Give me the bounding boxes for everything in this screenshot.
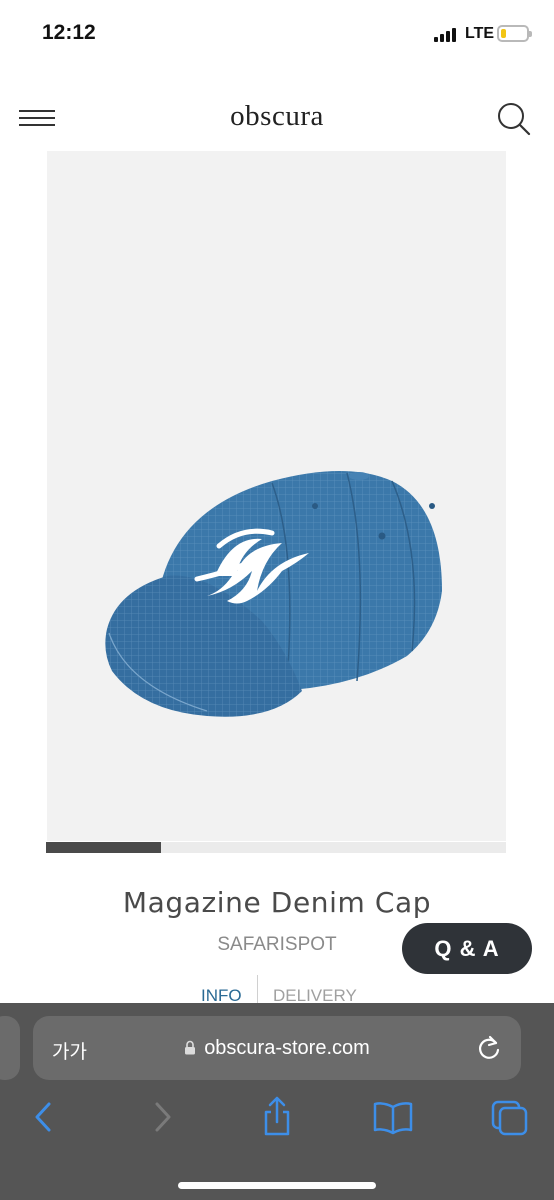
network-type: LTE <box>465 25 495 42</box>
home-indicator[interactable] <box>178 1182 376 1189</box>
site-logo[interactable]: obscura <box>0 100 554 133</box>
product-image[interactable] <box>47 151 506 841</box>
product-title: Magazine Denim Cap <box>122 886 432 919</box>
product-tabs: INFO DELIVERY <box>0 975 554 1005</box>
search-icon[interactable] <box>496 101 532 137</box>
browser-bottom-bar: 가가 obscura-store.com <box>0 1003 554 1200</box>
signal-icon <box>434 28 458 42</box>
cap-illustration <box>105 471 442 717</box>
back-icon[interactable] <box>20 1093 68 1141</box>
browser-toolbar <box>0 1093 554 1141</box>
battery-level-fill <box>501 29 506 38</box>
battery-icon <box>497 25 532 42</box>
carousel-progress-track[interactable] <box>46 842 506 853</box>
url-display[interactable]: obscura-store.com <box>33 1037 521 1060</box>
status-time: 12:12 <box>42 21 96 44</box>
qa-button[interactable]: Q & A <box>402 923 532 974</box>
tab-divider <box>257 975 258 1005</box>
carousel-progress-bar <box>46 842 161 853</box>
share-icon[interactable] <box>253 1093 301 1141</box>
forward-icon[interactable] <box>138 1093 186 1141</box>
site-header: obscura <box>0 88 554 148</box>
lock-icon <box>185 1040 196 1055</box>
reload-icon[interactable] <box>476 1034 502 1062</box>
url-text: obscura-store.com <box>204 1037 370 1059</box>
address-bar[interactable]: 가가 obscura-store.com <box>33 1016 521 1080</box>
bookmarks-icon[interactable] <box>369 1093 417 1141</box>
previous-tab-stub[interactable] <box>0 1016 20 1080</box>
tabs-icon[interactable] <box>486 1093 534 1141</box>
status-bar: 12:12 LTE <box>0 0 554 68</box>
